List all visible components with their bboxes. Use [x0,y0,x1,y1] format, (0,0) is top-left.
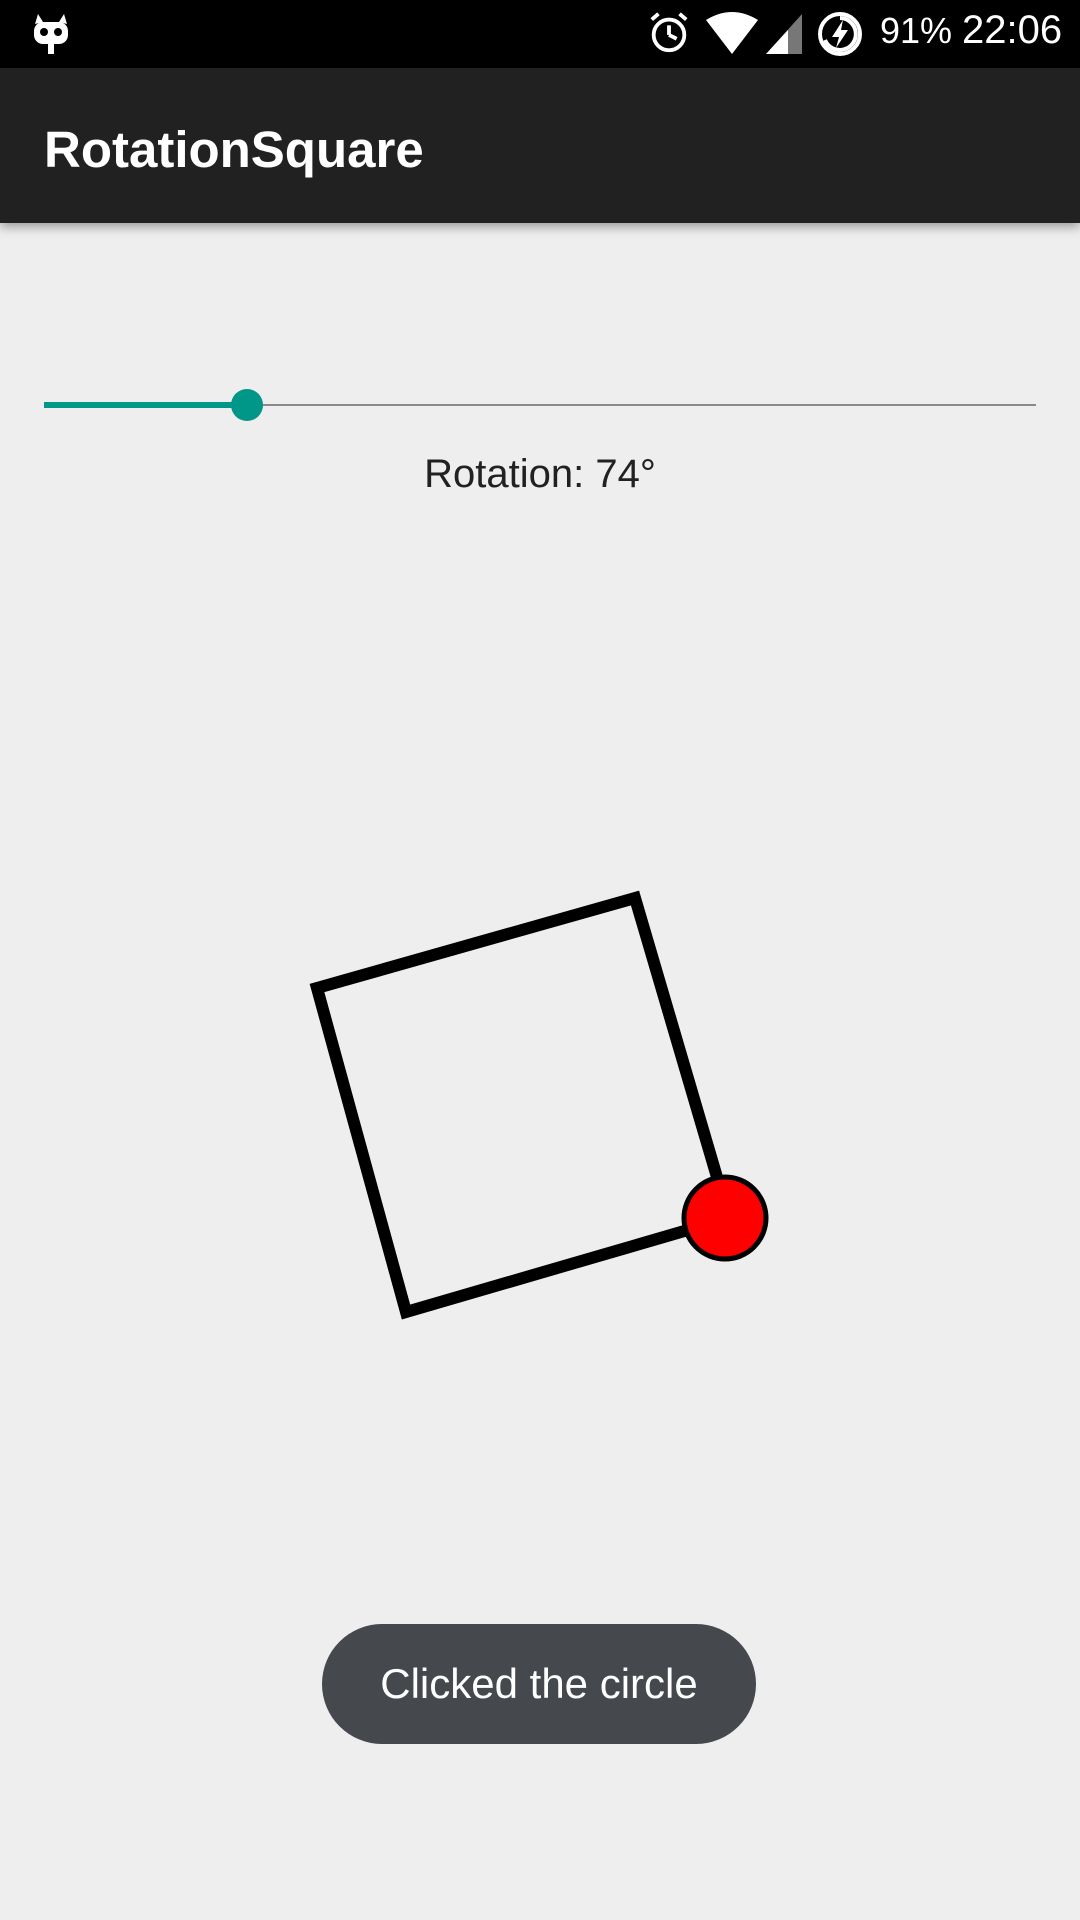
seekbar-thumb[interactable] [231,389,263,421]
app-title: RotationSquare [44,121,424,178]
clock-time: 22:06 [962,8,1063,52]
red-circle[interactable] [681,1174,769,1262]
cell-signal-icon [766,14,802,54]
rotation-label: Rotation: 74° [424,452,656,496]
app-bar: RotationSquare [0,68,1080,223]
wifi-icon [706,12,758,54]
rotation-seekbar[interactable] [44,384,1036,426]
status-bar: 91% 22:06 [0,0,1080,68]
seekbar-progress[interactable] [44,402,247,408]
alarm-icon [650,12,688,53]
battery-charging-icon [818,12,862,56]
toast-message: Clicked the circle [322,1624,756,1744]
battery-percentage: 91% [880,10,953,51]
rotated-square[interactable] [309,890,737,1320]
cyanogen-icon [34,14,68,54]
